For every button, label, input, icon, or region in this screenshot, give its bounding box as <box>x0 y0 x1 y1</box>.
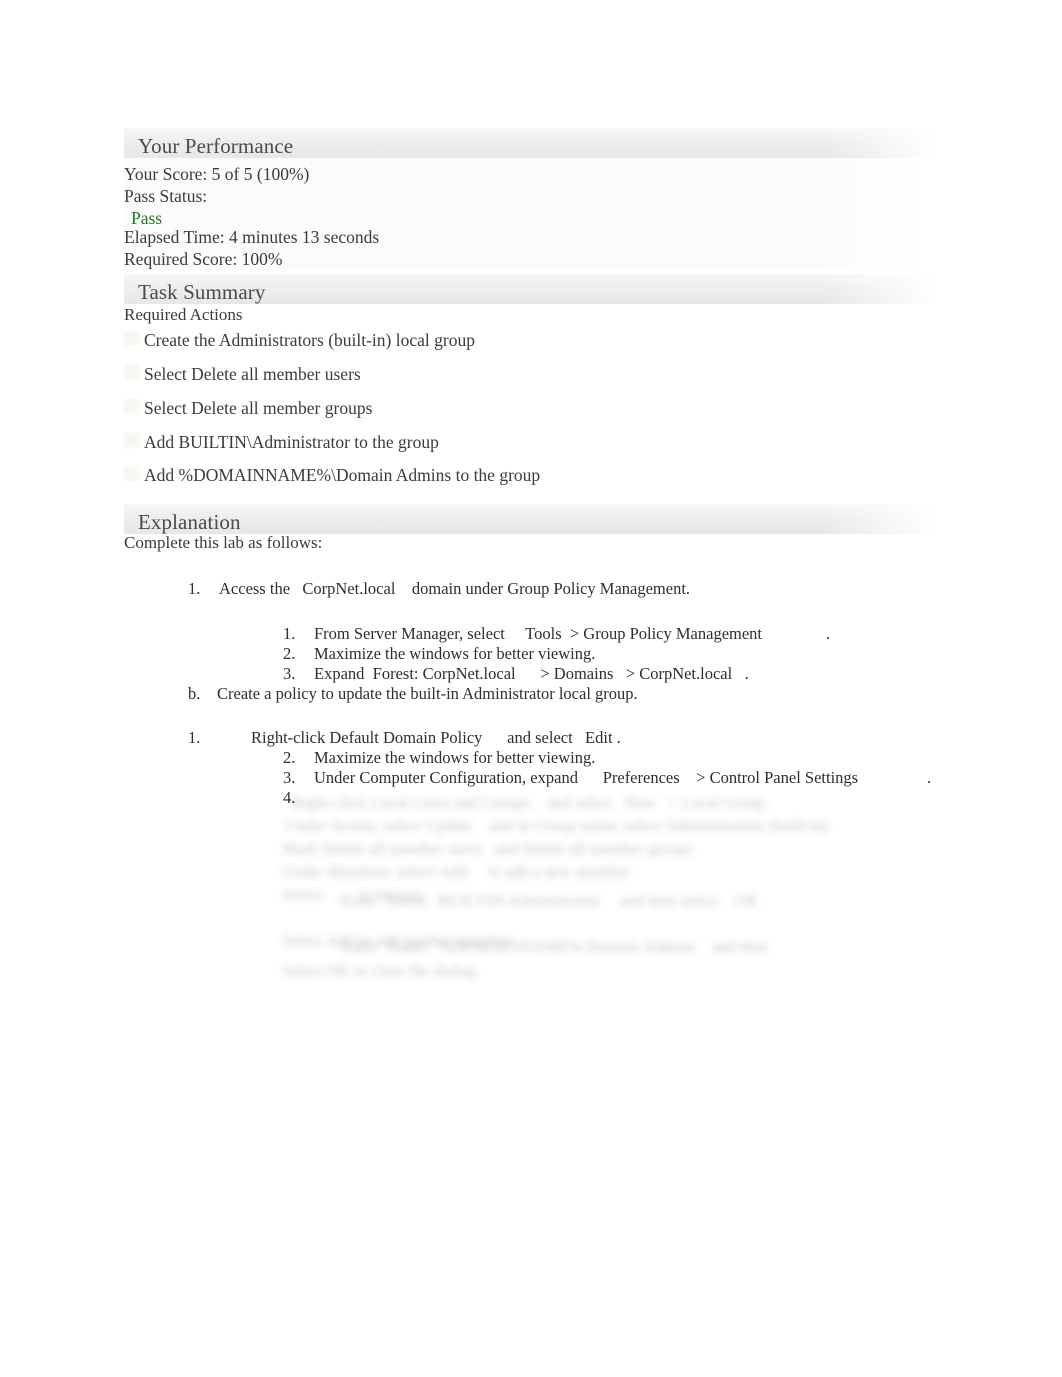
substep-marker: 2. <box>283 644 296 663</box>
step-text: Create a policy to update the built-in A… <box>217 684 638 703</box>
required-action-row: Select Delete all member users <box>124 362 934 390</box>
substep-text: Under Computer Configuration, expand Pre… <box>314 768 859 787</box>
lab-results-document: Your Performance Your Score: 5 of 5 (100… <box>0 0 1062 1377</box>
required-action-row: Select Delete all member groups <box>124 396 934 424</box>
step-text: Access the CorpNet.local domain under Gr… <box>219 579 691 598</box>
required-action-row: Add BUILTIN\Administrator to the group <box>124 430 934 458</box>
elapsed-time-text: Elapsed Time: 4 minutes 13 seconds <box>124 227 380 247</box>
required-action-label: Add BUILTIN\Administrator to the group <box>144 432 439 452</box>
substep-text: From Server Manager, select Tools > Grou… <box>314 624 763 643</box>
required-action-label: Add %DOMAINNAME%\Domain Admins to the gr… <box>144 465 541 485</box>
step-marker: 1. <box>188 728 201 747</box>
explanation-intro-text: Complete this lab as follows: <box>124 533 323 552</box>
required-score-text: Required Score: 100% <box>124 249 283 269</box>
required-action-label: Select Delete all member groups <box>144 398 373 418</box>
your-score-text: Your Score: 5 of 5 (100%) <box>124 164 310 184</box>
step-marker: b. <box>188 684 201 703</box>
task-summary-section-title: Task Summary <box>138 280 266 304</box>
explanation-section-band <box>124 504 938 534</box>
required-action-row: Add %DOMAINNAME%\Domain Admins to the gr… <box>124 463 934 491</box>
required-actions-heading: Required Actions <box>124 305 243 324</box>
redacted-illegible-steps: Right-click Local Users and Groups and s… <box>282 793 829 980</box>
substep-text-trailing-period: . <box>826 624 831 643</box>
substep-marker: 1. <box>283 624 296 643</box>
substep-text-trailing-period: . <box>927 768 932 787</box>
required-action-label: Select Delete all member users <box>144 364 361 384</box>
substep-marker: 3. <box>283 664 296 683</box>
check-icon <box>124 466 139 481</box>
substep-text: Maximize the windows for better viewing. <box>314 748 596 767</box>
substep-text: Expand Forest: CorpNet.local > Domains >… <box>314 664 749 683</box>
check-icon <box>124 365 139 380</box>
required-action-row: Create the Administrators (built-in) loc… <box>124 328 934 356</box>
step-marker: 1. <box>188 579 201 598</box>
step-text: Right-click Default Domain Policy and se… <box>251 728 621 747</box>
substep-marker: 2. <box>283 748 296 767</box>
substep-marker: 3. <box>283 768 296 787</box>
required-action-label: Create the Administrators (built-in) loc… <box>144 330 475 350</box>
check-icon <box>124 399 139 414</box>
pass-status-label: Pass Status: <box>124 186 208 206</box>
substep-text: Maximize the windows for better viewing. <box>314 644 596 663</box>
check-icon <box>124 331 139 346</box>
check-icon <box>124 433 139 448</box>
performance-section-title: Your Performance <box>138 134 294 158</box>
